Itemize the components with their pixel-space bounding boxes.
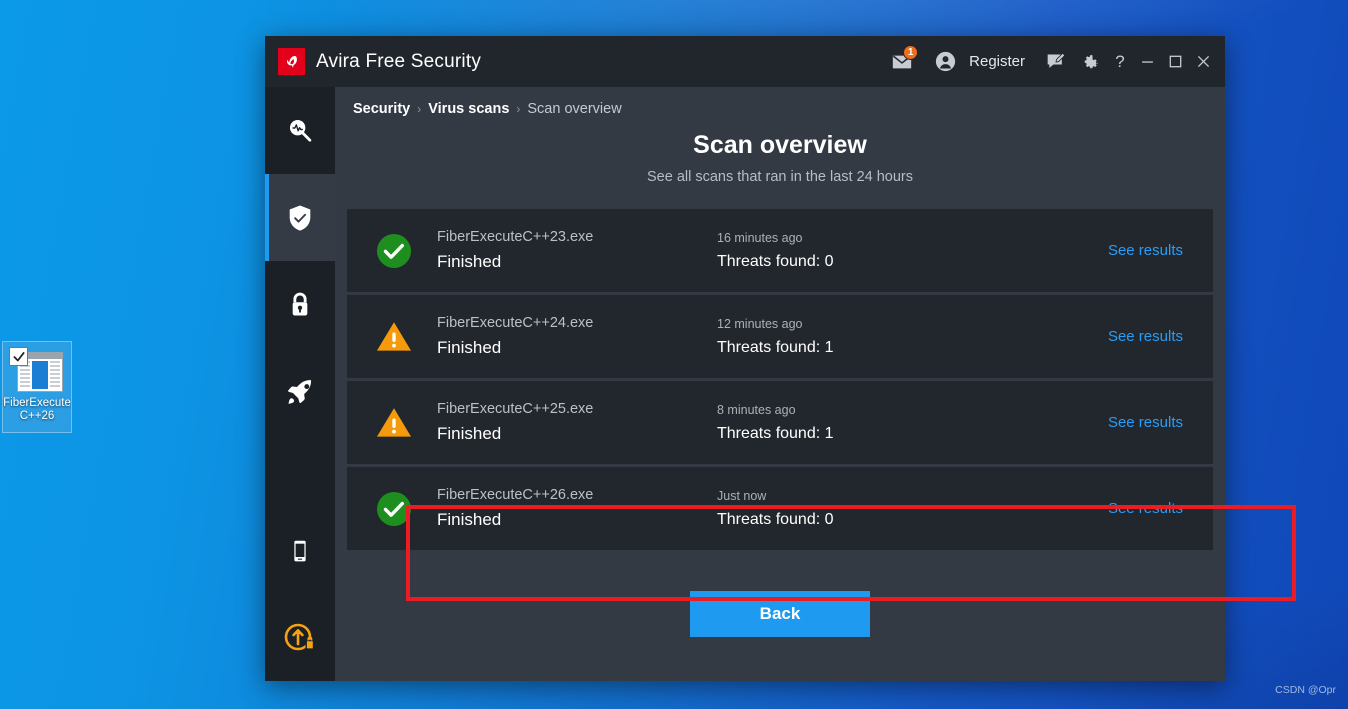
breadcrumb-separator: › [417,102,422,116]
see-results-link[interactable]: See results [1108,414,1213,431]
sidebar-item-smart-scan[interactable] [265,87,335,174]
scan-threats: Threats found: 0 [717,252,834,270]
scan-name-column: FiberExecuteC++25.exe Finished [437,401,717,444]
brand-title: Avira Free Security [316,51,481,73]
desktop-icon-graphic [9,347,65,395]
sidebar-item-privacy[interactable] [265,261,335,348]
gear-icon[interactable] [1073,45,1107,79]
scan-state: Finished [437,510,502,529]
breadcrumb-item-scan-overview: Scan overview [527,101,622,117]
page-title: Scan overview [693,131,867,159]
scan-state: Finished [437,424,502,443]
see-results-link[interactable]: See results [1108,500,1213,517]
scan-threat-column: 16 minutes ago Threats found: 0 [717,231,1108,271]
titlebar: Avira Free Security 1 Register ? [265,36,1225,87]
account-icon [928,45,962,79]
orange-warning-triangle-icon [375,404,413,442]
close-icon[interactable] [1189,47,1217,77]
scan-file-name: FiberExecuteC++23.exe [437,229,594,245]
desktop-icon-label-line2: C++26 [19,410,55,422]
avira-window: Avira Free Security 1 Register ? Securit… [265,36,1296,681]
see-results-link[interactable]: See results [1108,328,1213,345]
scan-time: 12 minutes ago [717,316,803,331]
checkmark-badge-icon [9,347,28,366]
green-check-circle-icon [375,232,413,270]
scan-file-name: FiberExecuteC++25.exe [437,401,594,417]
desktop-icon-label: FiberExecute C++26 [2,397,72,423]
see-results-link[interactable]: See results [1108,242,1213,259]
brand: Avira Free Security [278,48,481,75]
window-body: Security › Virus scans › Scan overview S… [265,87,1296,681]
back-button-container: Back [335,591,1225,681]
titlebar-actions: 1 Register ? [882,42,1217,82]
scan-list: FiberExecuteC++23.exe Finished 16 minute… [347,209,1213,550]
scan-threat-column: 12 minutes ago Threats found: 1 [717,317,1108,357]
desktop-icon-label-line1: FiberExecute [3,397,71,409]
minimize-icon[interactable] [1133,47,1161,77]
watermark: CSDN @Opr [1275,684,1336,696]
scan-name-column: FiberExecuteC++26.exe Finished [437,487,717,530]
main-content: Security › Virus scans › Scan overview S… [335,87,1296,681]
avira-logo-icon [278,48,305,75]
green-check-circle-icon [375,490,413,528]
sidebar-item-upgrade[interactable] [265,594,335,681]
scan-file-name: FiberExecuteC++24.exe [437,315,594,331]
scan-threat-column: Just now Threats found: 0 [717,489,1108,529]
sidebar-item-performance[interactable] [265,348,335,435]
breadcrumb: Security › Virus scans › Scan overview [335,87,1225,117]
scan-state: Finished [437,338,502,357]
page-subtitle: See all scans that ran in the last 24 ho… [647,169,913,185]
breadcrumb-separator: › [516,102,521,116]
scan-time: 16 minutes ago [717,230,803,245]
scan-name-column: FiberExecuteC++23.exe Finished [437,229,717,272]
scan-file-name: FiberExecuteC++26.exe [437,487,594,503]
breadcrumb-item-virus-scans[interactable]: Virus scans [428,101,509,117]
help-icon[interactable]: ? [1107,47,1133,77]
mail-icon[interactable]: 1 [882,42,922,82]
sidebar [265,87,335,681]
register-button[interactable]: Register [922,45,1039,79]
scan-name-column: FiberExecuteC++24.exe Finished [437,315,717,358]
brand-product: Free Security [365,50,482,72]
sidebar-item-security[interactable] [265,174,335,261]
scan-row[interactable]: FiberExecuteC++24.exe Finished 12 minute… [347,295,1213,378]
maximize-icon[interactable] [1161,47,1189,77]
desktop-icon-fiberexecute[interactable]: FiberExecute C++26 [2,341,72,433]
scan-state: Finished [437,252,502,271]
orange-warning-triangle-icon [375,318,413,356]
feedback-icon[interactable] [1039,45,1073,79]
register-label: Register [969,53,1025,70]
scan-time: 8 minutes ago [717,402,796,417]
scan-threat-column: 8 minutes ago Threats found: 1 [717,403,1108,443]
scan-time: Just now [717,488,767,503]
scan-row[interactable]: FiberExecuteC++23.exe Finished 16 minute… [347,209,1213,292]
scan-row[interactable]: FiberExecuteC++26.exe Finished Just now … [347,467,1213,550]
brand-name: Avira [316,50,360,72]
mail-badge: 1 [903,44,919,60]
scan-threats: Threats found: 1 [717,424,834,442]
breadcrumb-item-security[interactable]: Security [353,101,410,117]
help-label: ? [1115,51,1125,71]
scan-threats: Threats found: 0 [717,510,834,528]
back-button[interactable]: Back [690,591,870,637]
sidebar-item-devices[interactable] [265,507,335,594]
scan-row[interactable]: FiberExecuteC++25.exe Finished 8 minutes… [347,381,1213,464]
scan-threats: Threats found: 1 [717,338,834,356]
